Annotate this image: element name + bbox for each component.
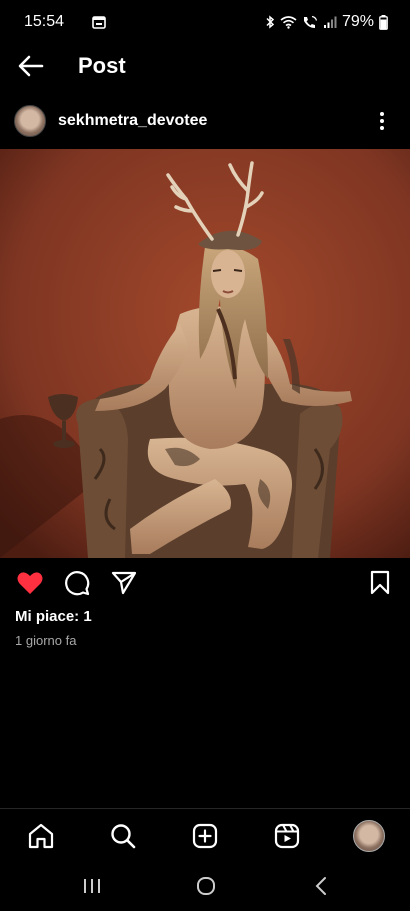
- page-title: Post: [78, 53, 126, 78]
- nav-create[interactable]: [188, 819, 222, 853]
- comment-icon: [65, 571, 90, 596]
- system-navigation: [0, 862, 410, 911]
- recent-apps-icon: [84, 879, 100, 893]
- reels-icon: [274, 823, 300, 849]
- wifi-call-icon: [302, 15, 318, 29]
- signal-icon: [323, 15, 337, 29]
- recent-apps-button[interactable]: [77, 874, 107, 898]
- more-options-button[interactable]: [370, 109, 394, 133]
- arrow-left-icon: [18, 55, 44, 77]
- nav-search[interactable]: [106, 819, 140, 853]
- username[interactable]: sekhmetra_devotee: [58, 112, 207, 130]
- battery-icon: [379, 14, 388, 30]
- calendar-icon: [92, 15, 106, 29]
- top-app-bar: Post: [0, 44, 410, 88]
- more-vertical-icon: [380, 112, 384, 130]
- add-square-icon: [192, 823, 218, 849]
- send-icon: [111, 571, 137, 595]
- wifi-icon: [280, 15, 297, 29]
- status-time: 15:54: [24, 13, 65, 30]
- like-button[interactable]: [15, 568, 45, 598]
- home-system-button[interactable]: [191, 874, 221, 898]
- back-chevron-icon: [315, 877, 326, 895]
- nav-profile[interactable]: [352, 819, 386, 853]
- moon-icon: [72, 15, 84, 29]
- avatar[interactable]: [14, 105, 46, 137]
- nav-reels[interactable]: [270, 819, 304, 853]
- post-photo: [0, 149, 410, 558]
- likes-count[interactable]: Mi piace: 1: [15, 608, 92, 625]
- post-image[interactable]: [0, 149, 410, 558]
- heart-icon: [17, 572, 43, 594]
- profile-avatar: [353, 820, 385, 852]
- save-button[interactable]: [365, 568, 395, 598]
- post-header: sekhmetra_devotee: [0, 101, 410, 141]
- bottom-navigation: [0, 808, 410, 862]
- bookmark-icon: [370, 570, 390, 595]
- status-bar: 15:54 79%: [0, 0, 410, 44]
- bluetooth-icon: [265, 15, 275, 29]
- back-system-button[interactable]: [306, 874, 336, 898]
- battery-percent: 79%: [341, 13, 374, 30]
- nav-home[interactable]: [24, 819, 58, 853]
- search-icon: [111, 824, 136, 849]
- share-button[interactable]: [109, 568, 139, 598]
- home-icon: [28, 823, 54, 849]
- home-circle-icon: [197, 877, 215, 895]
- back-button[interactable]: [16, 51, 46, 81]
- comment-button[interactable]: [62, 568, 92, 598]
- post-actions: [0, 568, 410, 598]
- post-time: 1 giorno fa: [15, 633, 77, 648]
